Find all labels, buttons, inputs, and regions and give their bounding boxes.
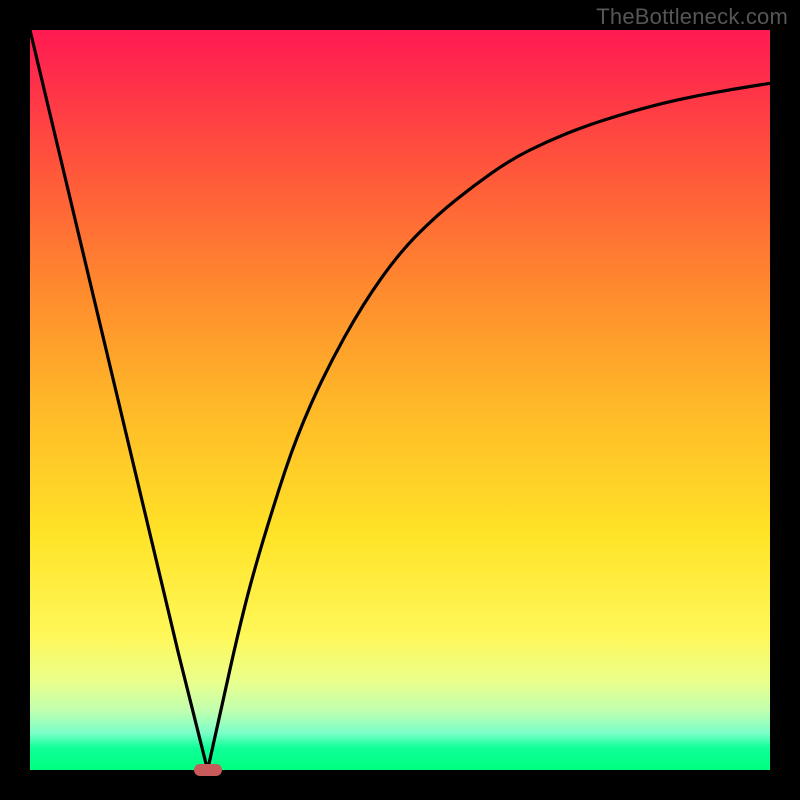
curve-left-branch [30,30,208,770]
minimum-marker [194,764,222,776]
bottleneck-curve [30,30,770,770]
chart-frame: TheBottleneck.com [0,0,800,800]
watermark-label: TheBottleneck.com [596,4,788,30]
curve-right-branch [208,83,770,770]
plot-outer [30,30,770,770]
